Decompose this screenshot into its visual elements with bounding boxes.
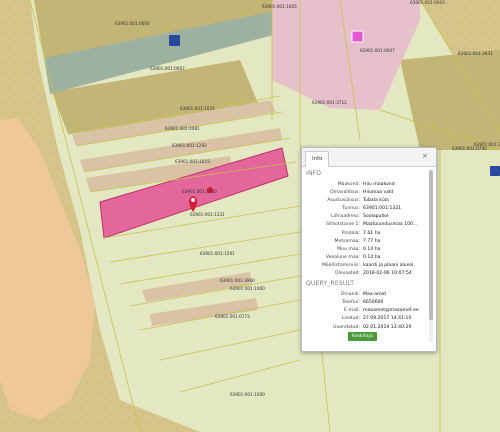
info-key: Veealune maa: xyxy=(325,254,360,260)
info-key: Mõõdistamisviis: xyxy=(321,262,360,268)
parcel-label: 63901:001:3712 xyxy=(312,100,347,105)
info-key: Muu maa: xyxy=(337,246,360,252)
info-row: Telefon: 6650600 xyxy=(306,299,426,307)
parcel-label: 63901:001:0007 xyxy=(150,66,185,71)
parcel-label: 63901:001:1320 xyxy=(182,189,217,194)
info-row: Uuendatud: 02.01.2019 13:40:29 xyxy=(306,324,426,332)
info-row: Sihtotstarve 1: Maatulundusmaa 100... xyxy=(306,221,426,229)
info-key: Telefon: xyxy=(342,300,360,306)
info-value: Maatulundusmaa 100... xyxy=(363,222,418,228)
info-row: Veealune maa: 0.14 ha xyxy=(306,254,426,262)
info-value: Maa-amet xyxy=(363,292,387,298)
parcel-label: 63901:001:1024 xyxy=(180,106,215,111)
info-value: kaardi ja plaani alusel xyxy=(363,262,414,268)
info-value: maaamet@maaamet.ee xyxy=(363,308,419,314)
info-row: Mõõdistamisviis: kaardi ja plaani alusel xyxy=(306,262,426,270)
info-key: Uuendatud: xyxy=(333,324,360,330)
info-key: Ülevaated: xyxy=(335,271,360,277)
info-value: 27.09.2017 14:41:10 xyxy=(363,316,412,322)
info-row: Omanik: Maa-amet xyxy=(306,291,426,299)
query-rows: Omanik: Maa-amet Telefon: 6650600 E-mail: maa… xyxy=(306,291,426,331)
parcel-label: 63901:001:0773 xyxy=(215,314,250,319)
parcel-label: 63901:001:1591 xyxy=(200,251,235,256)
info-value: 02.01.2019 13:40:29 xyxy=(363,324,412,330)
info-value: 0.14 ha xyxy=(363,254,381,260)
info-value: Soolaputke xyxy=(363,214,389,220)
map-marker-blue-square[interactable] xyxy=(490,166,500,176)
info-rows: Maakond: Hiiu maakond Omavalitsus: Hiiumaa … xyxy=(306,181,426,278)
parcel-label: 63901:001:1331 xyxy=(190,212,225,217)
parcel-label: 63901:001:1060 xyxy=(230,286,265,291)
info-key: Metsamaa: xyxy=(334,238,360,244)
info-row: Asustusüksus: Tubala küla xyxy=(306,197,426,205)
scrollbar-thumb[interactable] xyxy=(429,170,433,320)
section-title-info: INFO xyxy=(306,170,322,177)
parcel-label: 63901:001:0007 xyxy=(360,48,395,53)
info-value: 6650600 xyxy=(363,300,384,306)
info-value: 7.61 ha xyxy=(363,230,381,236)
info-key: Omavalitsus: xyxy=(329,190,360,196)
info-key: E-mail: xyxy=(344,308,360,314)
popup-scrollbar[interactable] xyxy=(429,170,433,342)
parcel-label: 63901:001:1005 xyxy=(262,4,297,9)
zoom-to-button[interactable]: Keskitaja xyxy=(348,332,377,341)
info-row: Metsamaa: 7.77 ha xyxy=(306,238,426,246)
info-value: 0.14 ha xyxy=(363,246,381,252)
popup-body: INFO Maakond: Hiiu maakond Omavalitsus: Hii… xyxy=(306,170,426,344)
parcel-label: 63901:001:3931 xyxy=(458,51,493,56)
info-value: 63901:001:1321 xyxy=(363,206,402,212)
info-key: Sihtotstarve 1: xyxy=(326,222,360,228)
parcel-label: 63901:001:1292 xyxy=(172,143,207,148)
info-key: Lisatud: xyxy=(341,316,360,322)
parcel-label: 63901:001:0700 xyxy=(452,146,487,151)
info-key: Lähiaadress: xyxy=(330,214,360,220)
parcel-label: 63901:001:0000 xyxy=(115,21,150,26)
info-row: Omavalitsus: Hiiumaa vald xyxy=(306,189,426,197)
info-row: Lisatud: 27.09.2017 14:41:10 xyxy=(306,315,426,323)
tab-info[interactable]: Info xyxy=(305,151,330,167)
info-row: Maakond: Hiiu maakond xyxy=(306,181,426,189)
info-key: Asustusüksus: xyxy=(327,198,360,204)
info-row: E-mail: maaamet@maaamet.ee xyxy=(306,307,426,315)
info-key: Tunnus: xyxy=(342,206,360,212)
info-value: Hiiu maakond xyxy=(363,182,395,187)
info-value: 2018-02-06 10:07:54 xyxy=(363,271,412,277)
parcel-label: 63901:001:4081 xyxy=(165,126,200,131)
info-value: Hiiumaa vald xyxy=(363,190,394,196)
section-title-query: QUERY_RESULT xyxy=(306,280,355,288)
parcel-label: 63901:001:0003 xyxy=(410,0,445,5)
info-popup: Info × INFO Maakond: Hiiu maakond Omavalit… xyxy=(301,147,437,352)
parcel-label: 63901:001:1000 xyxy=(230,392,265,397)
info-value: 7.77 ha xyxy=(363,238,381,244)
info-key: Pindala: xyxy=(341,230,360,236)
info-value: Tubala küla xyxy=(363,198,389,204)
info-key: Omanik: xyxy=(340,292,360,298)
parcel-label: 63901:001:1015 xyxy=(175,159,210,164)
map-marker-blue-square[interactable] xyxy=(169,35,180,46)
info-row: Muu maa: 0.14 ha xyxy=(306,246,426,254)
info-row: Pindala: 7.61 ha xyxy=(306,230,426,238)
map-marker-magenta-square[interactable] xyxy=(351,30,364,43)
parcel-label: 63901:001:3960 xyxy=(220,278,255,283)
close-icon[interactable]: × xyxy=(422,152,428,160)
info-row: Ülevaated: 2018-02-06 10:07:54 xyxy=(306,270,426,278)
info-row: Tunnus: 63901:001:1321 xyxy=(306,205,426,213)
popup-tabbar: Info × xyxy=(302,148,436,167)
info-row: Lähiaadress: Soolaputke xyxy=(306,213,426,221)
info-key: Maakond: xyxy=(337,182,360,187)
